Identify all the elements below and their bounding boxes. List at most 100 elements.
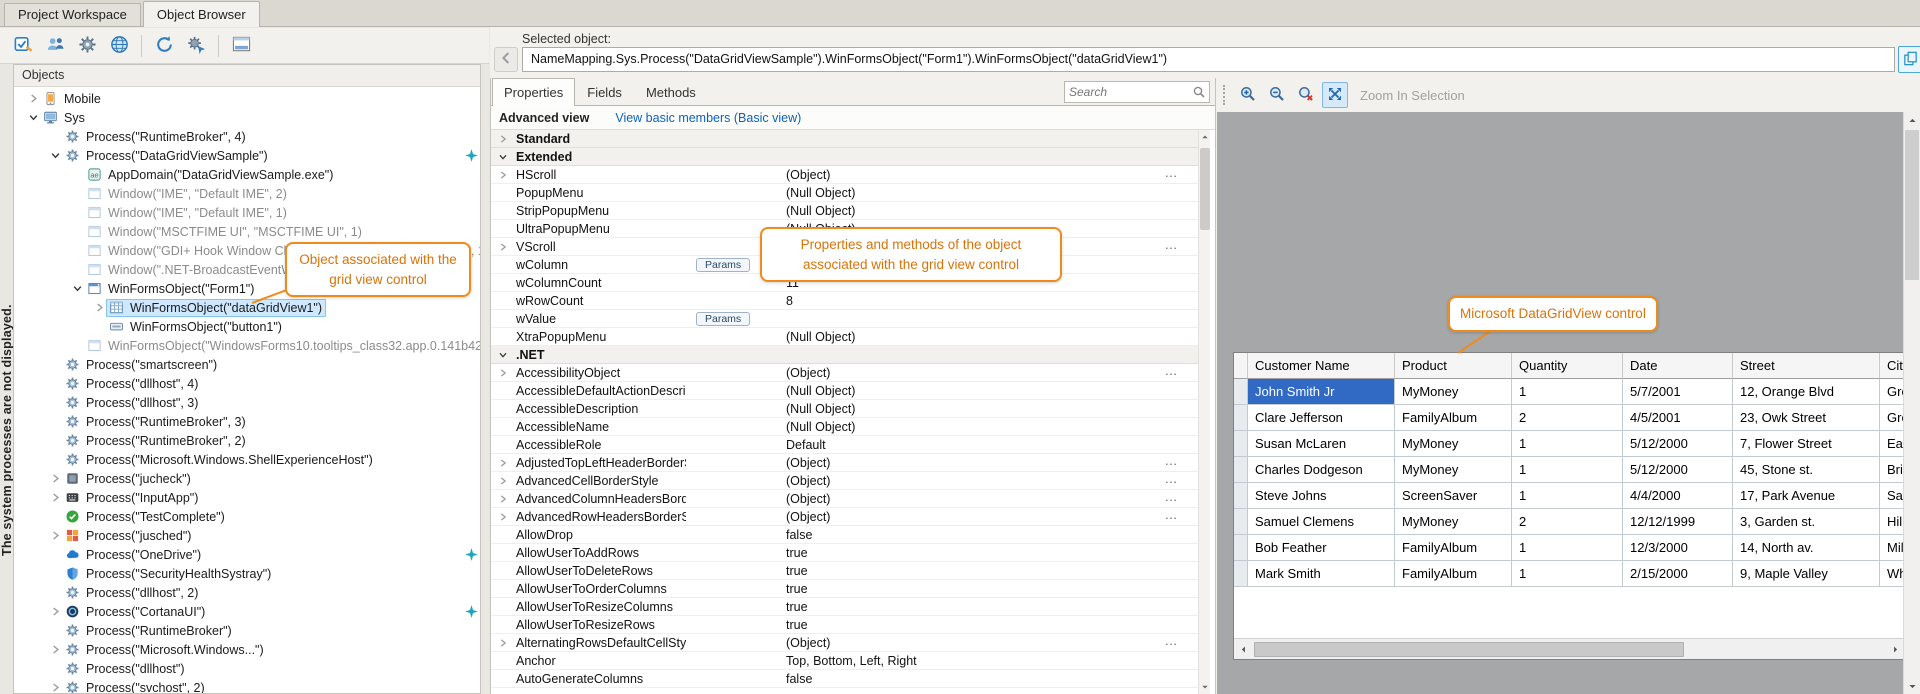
collapsed-expander-icon[interactable] xyxy=(48,472,62,486)
tree-item-process-runtimebroker-2[interactable]: Process("RuntimeBroker", 2) xyxy=(14,431,480,450)
expanded-expander-icon[interactable] xyxy=(496,348,509,361)
prop-row-advancedcolumnheadersborderstyle[interactable]: AdvancedColumnHeadersBorderStyle(Object)… xyxy=(491,490,1198,508)
tree-item-process-securityhealthsystray[interactable]: Process("SecurityHealthSystray") xyxy=(14,564,480,583)
datagridview-screenshot[interactable]: Customer NameProductQuantityDateStreetCi… xyxy=(1233,352,1905,660)
collapsed-expander-icon[interactable] xyxy=(496,492,509,505)
params-button[interactable]: Params xyxy=(696,258,750,272)
property-grid-scrollbar[interactable] xyxy=(1198,130,1210,694)
tree-item-process-runtimebroker-4[interactable]: Process("RuntimeBroker", 4) xyxy=(14,127,480,146)
collapsed-expander-icon[interactable] xyxy=(48,529,62,543)
prop-row-accessibledescription[interactable]: AccessibleDescription(Null Object) xyxy=(491,400,1198,418)
expanded-expander-icon[interactable] xyxy=(496,150,509,163)
scrollbar-thumb[interactable] xyxy=(1905,130,1919,280)
tree-item-process-inputapp[interactable]: Process("InputApp") xyxy=(14,488,480,507)
web-object-button[interactable] xyxy=(104,32,134,60)
tree-item-process-dllhost-3[interactable]: Process("dllhost", 3) xyxy=(14,393,480,412)
process-filter-button[interactable] xyxy=(181,32,211,60)
tree-item-window-ime-default-ime-1[interactable]: Window("IME", "Default IME", 1) xyxy=(14,203,480,222)
tree-item-process-svchost-2[interactable]: Process("svchost", 2) xyxy=(14,678,480,693)
prop-row-allowusertoresizecolumns[interactable]: AllowUserToResizeColumnstrue xyxy=(491,598,1198,616)
tree-item-process-smartscreen[interactable]: Process("smartscreen") xyxy=(14,355,480,374)
prop-row-hscroll[interactable]: HScroll(Object)… xyxy=(491,166,1198,184)
prop-category-net[interactable]: .NET xyxy=(491,346,1198,364)
collapsed-expander-icon[interactable] xyxy=(496,366,509,379)
checkpoint-wizard-button[interactable] xyxy=(8,32,38,60)
ellipsis-button[interactable]: … xyxy=(1160,472,1182,490)
prop-row-wrowcount[interactable]: wRowCount8 xyxy=(491,292,1198,310)
zoom-in-button[interactable] xyxy=(1235,82,1261,108)
collapsed-expander-icon[interactable] xyxy=(496,474,509,487)
prop-row-allowdrop[interactable]: AllowDropfalse xyxy=(491,526,1198,544)
prop-row-wvalue[interactable]: wValueParams xyxy=(491,310,1198,328)
preview-vertical-scrollbar[interactable] xyxy=(1903,112,1920,694)
back-button[interactable] xyxy=(494,47,518,72)
copy-path-button[interactable] xyxy=(1898,46,1920,73)
prop-category-standard[interactable]: Standard xyxy=(491,130,1198,148)
tree-item-mobile[interactable]: Mobile xyxy=(14,89,480,108)
prop-row-allowusertoaddrows[interactable]: AllowUserToAddRowstrue xyxy=(491,544,1198,562)
ellipsis-button[interactable]: … xyxy=(1160,364,1182,382)
scrollbar-thumb[interactable] xyxy=(1200,148,1210,230)
expanded-expander-icon[interactable] xyxy=(70,282,84,296)
prop-row-accessibledefaultactiondescription[interactable]: AccessibleDefaultActionDescription(Null … xyxy=(491,382,1198,400)
collapsed-expander-icon[interactable] xyxy=(496,168,509,181)
refresh-button[interactable] xyxy=(149,32,179,60)
prop-row-autogeneratecolumns[interactable]: AutoGenerateColumnsfalse xyxy=(491,670,1198,688)
scroll-down-icon[interactable] xyxy=(1904,678,1920,694)
collapsed-expander-icon[interactable] xyxy=(496,636,509,649)
object-group-button[interactable] xyxy=(40,32,70,60)
prop-row-allowusertoordercolumns[interactable]: AllowUserToOrderColumnstrue xyxy=(491,580,1198,598)
tree-item-winformsobject-button1[interactable]: WinFormsObject("button1") xyxy=(14,317,480,336)
zoom-out-button[interactable] xyxy=(1264,82,1290,108)
ellipsis-button[interactable]: … xyxy=(1160,634,1182,652)
collapsed-expander-icon[interactable] xyxy=(48,681,62,694)
scroll-down-icon[interactable] xyxy=(1199,680,1211,694)
inspector-tab-properties[interactable]: Properties xyxy=(492,78,575,106)
scroll-up-icon[interactable] xyxy=(1199,130,1211,144)
collapsed-expander-icon[interactable] xyxy=(48,491,62,505)
prop-row-allowusertoresizerows[interactable]: AllowUserToResizeRowstrue xyxy=(491,616,1198,634)
tree-item-window-ime-default-ime-2[interactable]: Window("IME", "Default IME", 2) xyxy=(14,184,480,203)
tree-item-process-dllhost[interactable]: Process("dllhost") xyxy=(14,659,480,678)
prop-row-advancedrowheadersborderstyle[interactable]: AdvancedRowHeadersBorderStyle(Object)… xyxy=(491,508,1198,526)
prop-row-advancedcellborderstyle[interactable]: AdvancedCellBorderStyle(Object)… xyxy=(491,472,1198,490)
zoom-original-button[interactable] xyxy=(1293,82,1319,108)
expanded-expander-icon[interactable] xyxy=(48,149,62,163)
ellipsis-button[interactable]: … xyxy=(1160,508,1182,526)
tree-item-appdomain-datagridviewsample-exe[interactable]: aeAppDomain("DataGridViewSample.exe") xyxy=(14,165,480,184)
prop-row-accessiblerole[interactable]: AccessibleRoleDefault xyxy=(491,436,1198,454)
preview-canvas[interactable]: Customer NameProductQuantityDateStreetCi… xyxy=(1217,112,1903,694)
collapsed-expander-icon[interactable] xyxy=(48,643,62,657)
app-tab-project-workspace[interactable]: Project Workspace xyxy=(4,3,141,26)
prop-row-strippopupmenu[interactable]: StripPopupMenu(Null Object) xyxy=(491,202,1198,220)
prop-row-anchor[interactable]: AnchorTop, Bottom, Left, Right xyxy=(491,652,1198,670)
collapsed-expander-icon[interactable] xyxy=(496,456,509,469)
zoom-in-selection-button[interactable] xyxy=(1322,82,1348,108)
tree-item-winformsobject-datagridview1[interactable]: WinFormsObject("dataGridView1") xyxy=(14,298,480,317)
ellipsis-button[interactable]: … xyxy=(1160,166,1182,184)
params-button[interactable]: Params xyxy=(696,312,750,326)
prop-row-allowusertodeleterows[interactable]: AllowUserToDeleteRowstrue xyxy=(491,562,1198,580)
collapsed-expander-icon[interactable] xyxy=(48,605,62,619)
prop-row-accessiblename[interactable]: AccessibleName(Null Object) xyxy=(491,418,1198,436)
ellipsis-button[interactable]: … xyxy=(1160,454,1182,472)
tree-item-process-runtimebroker[interactable]: Process("RuntimeBroker") xyxy=(14,621,480,640)
panel-layout-button[interactable] xyxy=(226,32,256,60)
tree-item-process-jucheck[interactable]: Process("jucheck") xyxy=(14,469,480,488)
prop-row-popupmenu[interactable]: PopupMenu(Null Object) xyxy=(491,184,1198,202)
prop-row-alternatingrowsdefaultcellstyle[interactable]: AlternatingRowsDefaultCellStyle(Object)… xyxy=(491,634,1198,652)
collapsed-expander-icon[interactable] xyxy=(496,510,509,523)
collapsed-expander-icon[interactable] xyxy=(496,132,509,145)
tree-item-process-jusched[interactable]: Process("jusched") xyxy=(14,526,480,545)
tree-item-sys[interactable]: Sys xyxy=(14,108,480,127)
prop-row-xtrapopupmenu[interactable]: XtraPopupMenu(Null Object) xyxy=(491,328,1198,346)
tree-item-process-cortanaui[interactable]: Process("CortanaUI") xyxy=(14,602,480,621)
inspector-tab-methods[interactable]: Methods xyxy=(634,79,708,105)
settings-gear-button[interactable] xyxy=(72,32,102,60)
prop-category-extended[interactable]: Extended xyxy=(491,148,1198,166)
ellipsis-button[interactable]: … xyxy=(1160,238,1182,256)
tree-item-process-microsoft-windows-shellexperiencehost[interactable]: Process("Microsoft.Windows.ShellExperien… xyxy=(14,450,480,469)
basic-view-link[interactable]: View basic members (Basic view) xyxy=(615,111,801,125)
tree-item-process-runtimebroker-3[interactable]: Process("RuntimeBroker", 3) xyxy=(14,412,480,431)
scroll-up-icon[interactable] xyxy=(1904,112,1920,128)
